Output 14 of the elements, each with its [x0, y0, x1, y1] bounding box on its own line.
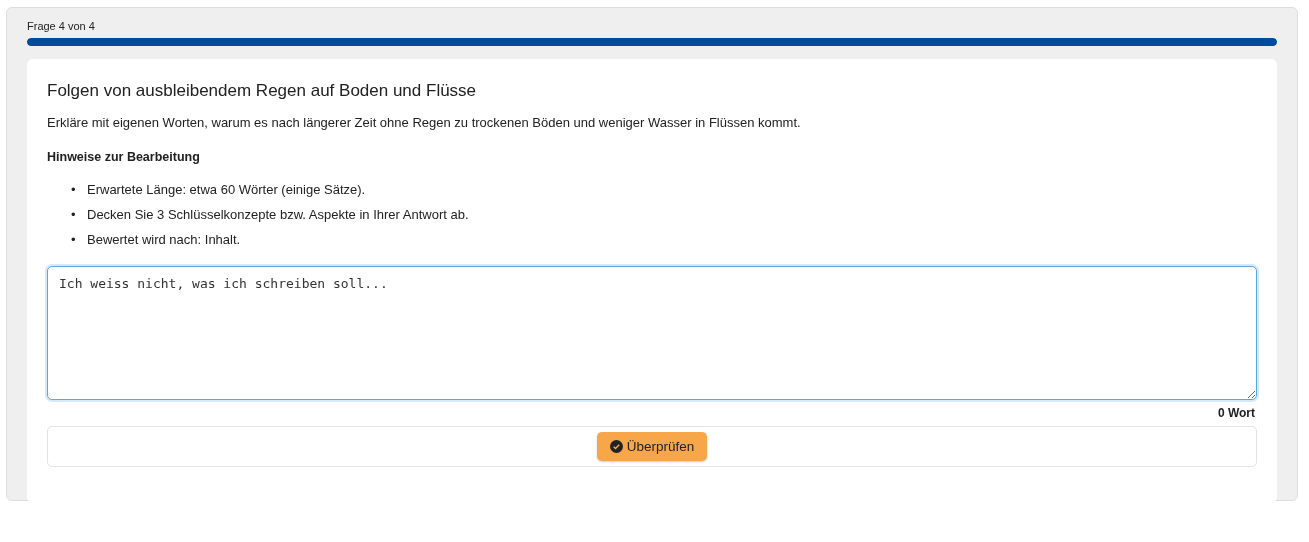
hints-heading: Hinweise zur Bearbeitung: [47, 150, 201, 164]
progress-label: Frage 4 von 4: [27, 20, 96, 32]
hint-item: Erwartete Länge: etwa 60 Wörter (einige Sätze).: [87, 182, 366, 198]
answer-field[interactable]: Ich weiss nicht, was ich schreiben soll...: [47, 266, 1257, 400]
hint-item: Bewertet wird nach: Inhalt.: [87, 232, 241, 248]
hint-item: Decken Sie 3 Schlüsselkonzepte bzw. Aspekte in Ihrer Antwort ab.: [87, 207, 469, 223]
question-prompt: Erkläre mit eigenen Worten, warum es nach längerer Zeit ohne Regen zu trockenen Böden und weniger Wasser in Flüssen kommt.: [47, 115, 802, 130]
check-button[interactable]: Überprüfen: [596, 432, 708, 461]
bullet: •: [71, 207, 77, 223]
question-title: Folgen von ausbleibendem Regen auf Boden und Flüsse: [47, 81, 478, 101]
bullet: •: [71, 232, 77, 248]
bullet: •: [71, 182, 77, 198]
check-circle-icon: [609, 440, 623, 453]
word-count: 0 Wort: [1216, 406, 1255, 420]
